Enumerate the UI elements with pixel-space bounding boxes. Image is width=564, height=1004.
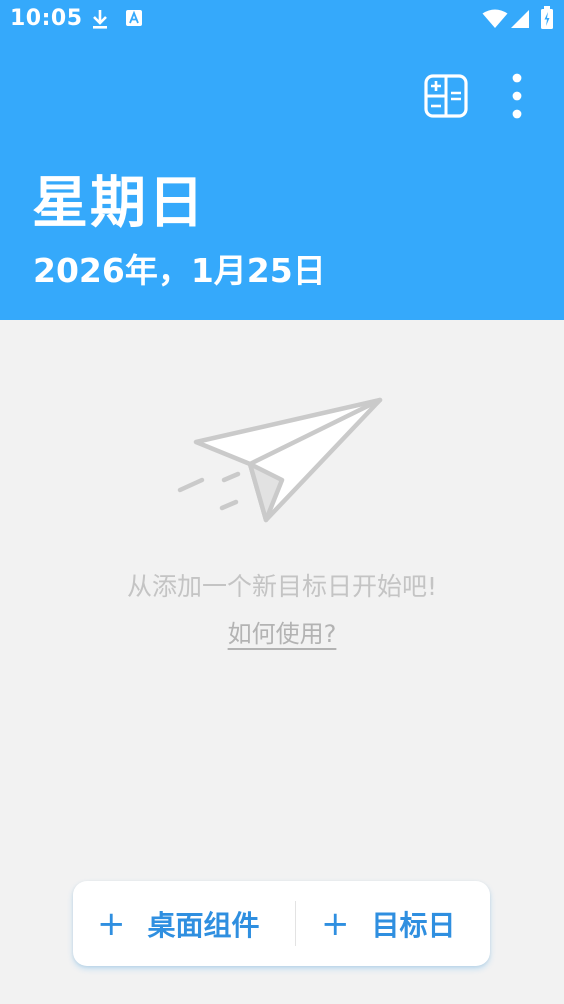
more-vert-icon (512, 73, 522, 119)
calculator-icon (424, 74, 468, 118)
action-card: + 桌面组件 + 目标日 (73, 881, 490, 966)
wifi-icon (482, 9, 508, 28)
overflow-menu-button[interactable] (494, 72, 542, 120)
status-time: 10:05 (10, 6, 83, 31)
add-widget-button[interactable]: + 桌面组件 (97, 881, 297, 966)
app-header: 10:05 星期日 2026年，1月25日 (0, 0, 564, 320)
current-date: 2026年，1月25日 (33, 251, 326, 290)
empty-state-message: 从添加一个新目标日开始吧! (126, 572, 438, 601)
download-icon (93, 10, 107, 29)
calculator-button[interactable] (422, 72, 470, 120)
action-divider (295, 901, 296, 946)
app-screen: 10:05 星期日 2026年，1月25日 从添加一个新目标日开始吧! 如何使用… (0, 0, 564, 1004)
paper-plane-icon (177, 397, 383, 523)
battery-icon (541, 6, 553, 29)
how-to-use-container: 如何使用? (0, 614, 564, 649)
font-a-icon (126, 10, 142, 26)
how-to-use-link[interactable]: 如何使用? (228, 620, 337, 648)
signal-icon (511, 10, 529, 28)
plus-icon: + (321, 903, 350, 944)
status-bar: 10:05 (0, 0, 564, 38)
add-target-day-label: 目标日 (371, 908, 456, 942)
add-target-day-button[interactable]: + 目标日 (321, 881, 481, 966)
weekday-title: 星期日 (32, 171, 206, 236)
plus-icon: + (97, 903, 126, 944)
add-widget-label: 桌面组件 (147, 908, 260, 942)
